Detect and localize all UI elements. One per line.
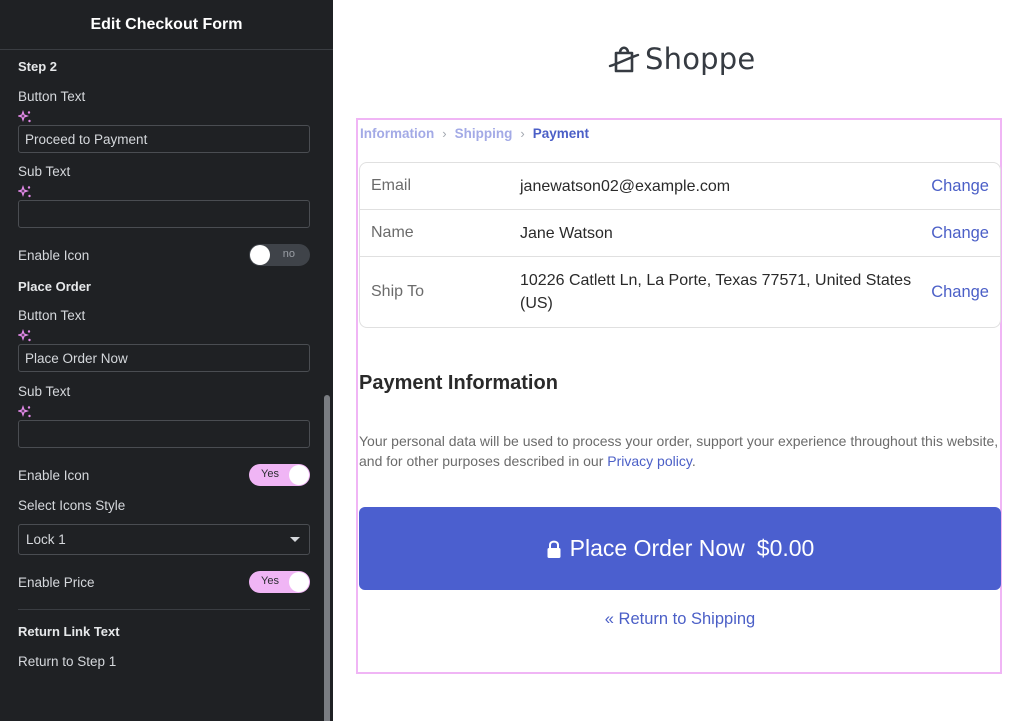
review-row-email: Email janewatson02@example.com Change — [360, 163, 1000, 210]
place-order-label: Place Order Now — [569, 535, 745, 561]
lock-icon — [547, 540, 561, 558]
toggle-state-label: Yes — [261, 575, 279, 587]
toggle-knob — [250, 245, 270, 265]
change-ship-to-link[interactable]: Change — [931, 283, 989, 302]
enable-price-toggle[interactable]: Yes — [249, 571, 310, 593]
review-label: Email — [371, 177, 412, 194]
privacy-notice: Your personal data will be used to proce… — [359, 431, 999, 471]
app: Edit Checkout Form Step 2 Button Text Su… — [0, 0, 1022, 721]
place-order-enable-icon-row: Enable Icon Yes — [18, 464, 310, 486]
privacy-end: . — [691, 453, 696, 469]
place-order-sub-text-label: Sub Text — [18, 384, 71, 399]
privacy-policy-link[interactable]: Privacy policy — [607, 453, 692, 469]
breadcrumb-shipping[interactable]: Shipping — [455, 126, 513, 141]
return-link-value: Return to Step 1 — [18, 654, 117, 669]
change-email-link[interactable]: Change — [931, 177, 989, 196]
step2-enable-icon-row: Enable Icon no — [18, 244, 310, 266]
step2-enable-icon-label: Enable Icon — [18, 247, 90, 263]
payment-information-heading: Payment Information — [359, 372, 558, 394]
breadcrumb-payment: Payment — [532, 126, 589, 141]
place-order-sub-text-input[interactable] — [18, 420, 310, 448]
review-value: Jane Watson — [520, 224, 613, 242]
step2-sub-text-label: Sub Text — [18, 164, 71, 179]
checkout-form-frame: Information › Shipping › Payment Email j… — [356, 118, 1002, 674]
step2-enable-icon-toggle[interactable]: no — [249, 244, 310, 266]
review-label: Name — [371, 224, 414, 241]
toggle-knob — [289, 572, 309, 592]
step2-button-text-input[interactable] — [18, 125, 310, 153]
icon-style-label: Select Icons Style — [18, 498, 126, 513]
place-order-button-text-label: Button Text — [18, 308, 86, 323]
place-order-enable-icon-label: Enable Icon — [18, 467, 90, 483]
sidebar-scrollbar[interactable] — [324, 395, 330, 721]
breadcrumb-information[interactable]: Information — [360, 126, 434, 141]
change-name-link[interactable]: Change — [931, 224, 989, 243]
icon-style-value: Lock 1 — [26, 532, 66, 547]
toggle-knob — [289, 465, 309, 485]
icon-style-select[interactable]: Lock 1 — [18, 524, 310, 555]
ai-sparkle-icon[interactable] — [18, 110, 32, 124]
place-order-button[interactable]: Place Order Now $0.00 — [359, 507, 1001, 590]
chevron-right-icon: › — [520, 126, 525, 141]
ai-sparkle-icon[interactable] — [18, 185, 32, 199]
step2-sub-text-input[interactable] — [18, 200, 310, 228]
ai-sparkle-icon[interactable] — [18, 405, 32, 419]
review-label: Ship To — [371, 283, 425, 300]
order-review-table: Email janewatson02@example.com Change Na… — [359, 162, 1001, 328]
chevron-right-icon: › — [442, 126, 447, 141]
divider — [18, 609, 310, 610]
review-value: janewatson02@example.com — [520, 177, 731, 195]
place-order-button-text-input[interactable] — [18, 344, 310, 372]
chevron-down-icon — [290, 537, 300, 542]
return-to-shipping-link[interactable]: « Return to Shipping — [358, 610, 1002, 629]
enable-price-row: Enable Price Yes — [18, 571, 310, 593]
review-value: 10226 Catlett Ln, La Porte, Texas 77571,… — [520, 272, 912, 312]
checkout-preview: Shoppe Information › Shipping › Payment … — [333, 0, 1022, 721]
section-title-place-order: Place Order — [18, 279, 91, 294]
ai-sparkle-icon[interactable] — [18, 329, 32, 343]
review-row-name: Name Jane Watson Change — [360, 210, 1000, 257]
section-title-step2: Step 2 — [18, 59, 58, 74]
shop-logo: Shoppe — [607, 42, 755, 76]
step2-button-text-label: Button Text — [18, 89, 86, 104]
shopping-bag-icon — [608, 46, 640, 73]
place-order-enable-icon-toggle[interactable]: Yes — [249, 464, 310, 486]
enable-price-label: Enable Price — [18, 574, 95, 590]
sidebar-title: Edit Checkout Form — [90, 15, 243, 33]
settings-panel: Step 2 Button Text Sub Text Enable Icon … — [0, 59, 333, 669]
place-order-price: $0.00 — [756, 535, 815, 561]
toggle-state-label: no — [282, 248, 295, 260]
section-title-return-link: Return Link Text — [18, 624, 120, 639]
logo-text: Shoppe — [645, 42, 756, 76]
breadcrumb: Information › Shipping › Payment — [360, 126, 589, 141]
sidebar-header: Edit Checkout Form — [0, 0, 333, 50]
toggle-state-label: Yes — [261, 468, 279, 480]
editor-sidebar: Edit Checkout Form Step 2 Button Text Su… — [0, 0, 333, 721]
review-row-ship-to: Ship To 10226 Catlett Ln, La Porte, Texa… — [360, 257, 1000, 327]
